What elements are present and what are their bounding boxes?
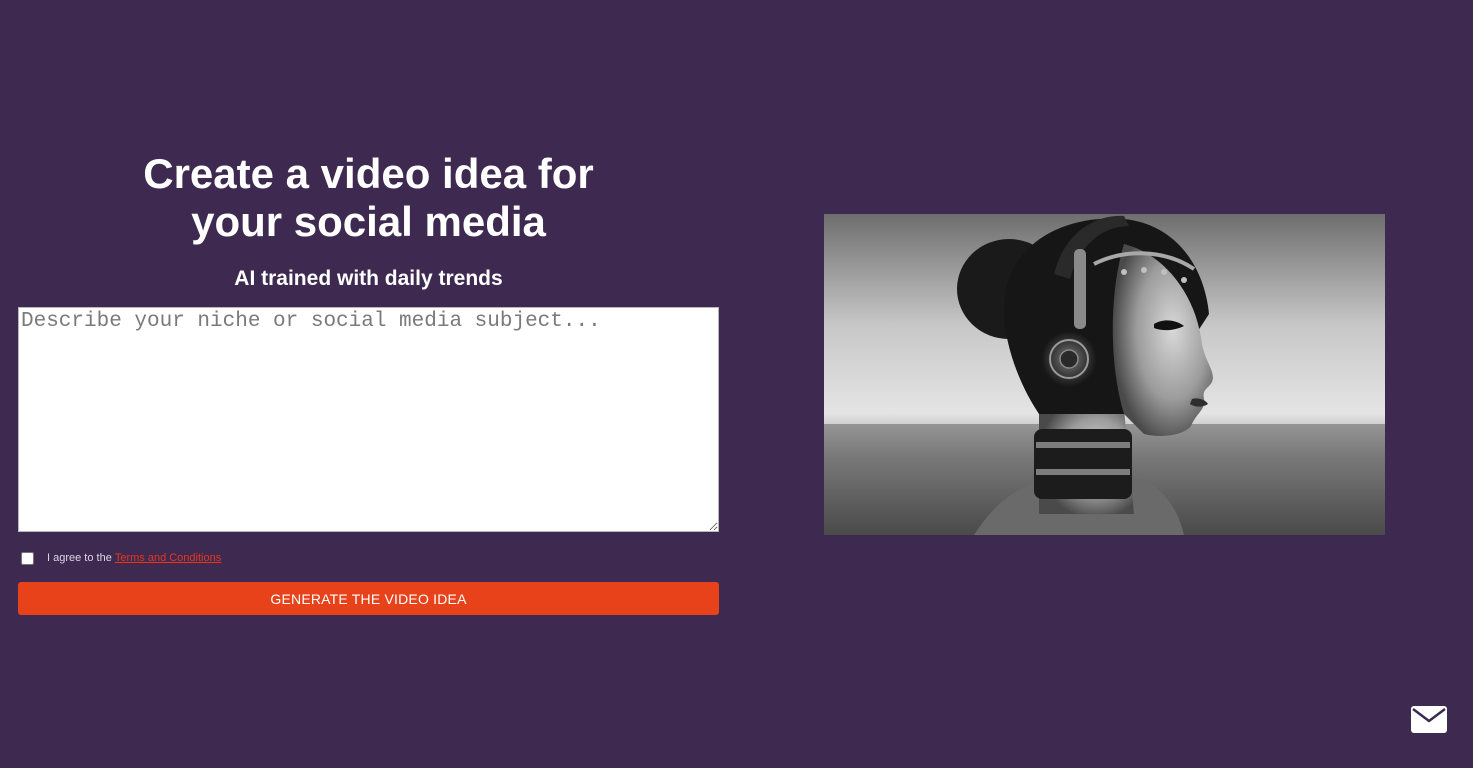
page-subtitle: AI trained with daily trends [234,267,503,290]
terms-label: I agree to the [47,552,112,564]
page-title-line-1: Create a video idea for [143,150,594,197]
hero-form-column: Create a video idea for your social medi… [18,150,719,615]
woman-with-headphones-image [824,214,1385,535]
niche-description-input[interactable] [18,307,719,532]
generate-video-idea-button[interactable]: GENERATE THE VIDEO IDEA [18,582,719,615]
contact-mail-button[interactable] [1411,706,1447,733]
terms-row: I agree to the Terms and Conditions [18,550,719,566]
mail-icon [1411,706,1447,733]
page-title-line-2: your social media [191,198,546,245]
terms-link[interactable]: Terms and Conditions [115,552,221,564]
page-title: Create a video idea for your social medi… [18,150,719,246]
woman-with-headphones-illustration [824,214,1385,535]
terms-checkbox[interactable] [21,551,34,565]
